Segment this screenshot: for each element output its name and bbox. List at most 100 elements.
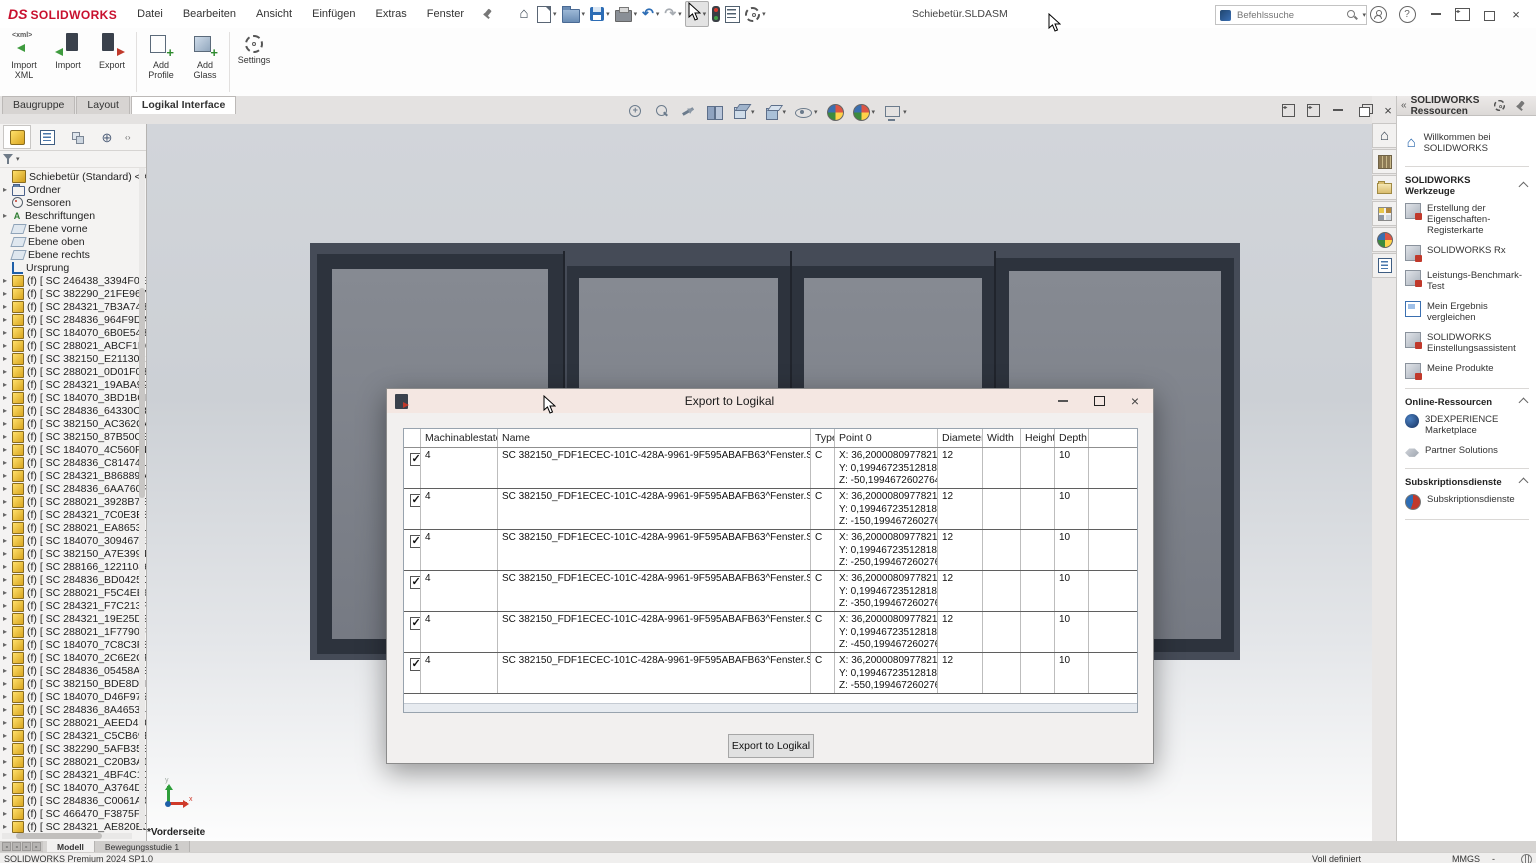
- tree-component[interactable]: ▸(f) [ SC 284836_C0061A4F-FEB6-: [0, 794, 146, 807]
- menu-ansicht[interactable]: Ansicht: [246, 0, 302, 28]
- marketplace-globe-link[interactable]: 3DEXPERIENCE Marketplace: [1405, 414, 1529, 436]
- zoom-area-button[interactable]: [654, 104, 671, 121]
- dialog-close-button[interactable]: ×: [1117, 389, 1153, 413]
- display-style-button[interactable]: ▾: [764, 104, 787, 121]
- file-explorer-tab[interactable]: [1372, 175, 1396, 200]
- tree-component[interactable]: ▸(f) [ SC 284321_4BF4C1D9-5EA9: [0, 768, 146, 781]
- menu-fenster[interactable]: Fenster: [417, 0, 474, 28]
- tree-component[interactable]: ▸(f) [ SC 382150_BDE8D3B4-4F4D: [0, 677, 146, 690]
- dimxpertmanager-tab[interactable]: [93, 125, 121, 149]
- expand-arrow-icon[interactable]: ▸: [3, 406, 12, 415]
- status-units[interactable]: MMGS: [1452, 854, 1480, 863]
- fm-tabs-overflow-icon[interactable]: ‹ ›: [125, 133, 130, 142]
- tree-component[interactable]: ▸(f) [ SC 284836_C8147416-630E-: [0, 456, 146, 469]
- tree-component[interactable]: ▸(f) [ SC 382290_21FE9674-CD68-: [0, 287, 146, 300]
- dropdown-caret-icon[interactable]: ▾: [656, 10, 660, 18]
- expand-arrow-icon[interactable]: ▸: [3, 380, 12, 389]
- tree-component[interactable]: ▸(f) [ SC 284321_C5CB69E3-3487-: [0, 729, 146, 742]
- tab-scroll-left-icon[interactable]: ◂: [12, 842, 21, 851]
- menu-bearbeiten[interactable]: Bearbeiten: [173, 0, 246, 28]
- expand-arrow-icon[interactable]: ▸: [3, 445, 12, 454]
- search-input[interactable]: [1235, 9, 1346, 22]
- minimize-button[interactable]: [1426, 6, 1446, 22]
- task-pane-gear-icon[interactable]: [1494, 100, 1505, 111]
- section-view-button[interactable]: [706, 104, 723, 121]
- row-checkbox[interactable]: [410, 453, 421, 466]
- tree-component[interactable]: ▸(f) [ SC 288021_3928B7E1-47F2-: [0, 495, 146, 508]
- status-globe-icon[interactable]: [1521, 854, 1532, 863]
- restore-button[interactable]: [1478, 6, 1498, 22]
- expand-arrow-icon[interactable]: ▸: [3, 536, 12, 545]
- tree-component[interactable]: ▸(f) [ SC 284836_8A46534F-6E24-: [0, 703, 146, 716]
- expand-arrow-icon[interactable]: ▸: [3, 770, 12, 779]
- traffic-light-button[interactable]: [710, 2, 722, 26]
- expand-arrow-icon[interactable]: ▸: [3, 484, 12, 493]
- tree-component[interactable]: ▸(f) [ SC 466470_F3875F48-04D3-: [0, 807, 146, 820]
- expand-arrow-icon[interactable]: ▸: [3, 601, 12, 610]
- tree-component[interactable]: ▸(f) [ SC 288021_AEED4602-5E00-: [0, 716, 146, 729]
- filter-caret-icon[interactable]: ▾: [16, 155, 20, 163]
- doc-restore-button[interactable]: [1355, 103, 1371, 117]
- expand-arrow-icon[interactable]: ▸: [3, 679, 12, 688]
- ribbon-export-button[interactable]: Export: [90, 28, 134, 96]
- expand-arrow-icon[interactable]: ▸: [3, 640, 12, 649]
- doc-minimize-button[interactable]: [1330, 103, 1346, 117]
- options-gear-button[interactable]: ▾: [743, 2, 768, 26]
- section-title[interactable]: Online-Ressourcen: [1405, 397, 1529, 408]
- expand-arrow-icon[interactable]: ▸: [3, 653, 12, 662]
- view-palette-tab[interactable]: [1372, 201, 1396, 226]
- settings-assistant-link[interactable]: SOLIDWORKS Einstellungsassistent: [1405, 332, 1529, 354]
- tree-component[interactable]: ▸(f) [ SC 382150_87B50CEA-905B-: [0, 430, 146, 443]
- tree-component[interactable]: ▸(f) [ SC 288021_1F7790FE-99D4-: [0, 625, 146, 638]
- dropdown-caret-icon[interactable]: ▾: [872, 108, 876, 116]
- row-checkbox[interactable]: [410, 535, 421, 548]
- expand-arrow-icon[interactable]: ▸: [3, 315, 12, 324]
- expand-arrow-icon[interactable]: ▸: [3, 419, 12, 428]
- expand-arrow-icon[interactable]: ▸: [3, 523, 12, 532]
- help-button[interactable]: ?: [1397, 6, 1417, 22]
- tab-bewegungsstudie-1[interactable]: Bewegungsstudie 1: [95, 841, 190, 852]
- dropdown-caret-icon[interactable]: ▾: [751, 108, 755, 116]
- filter-funnel-icon[interactable]: [3, 154, 14, 164]
- dialog-maximize-button[interactable]: [1081, 389, 1117, 413]
- my-products-link[interactable]: Meine Produkte: [1405, 363, 1529, 379]
- tree-component[interactable]: ▸(f) [ SC 284836_BD0425D9-4423-: [0, 573, 146, 586]
- expand-arrow-icon[interactable]: ▸: [3, 276, 12, 285]
- close-button[interactable]: ×: [1506, 6, 1526, 22]
- tree-item-ursprung[interactable]: Ursprung: [0, 261, 146, 274]
- expand-arrow-icon[interactable]: ▸: [3, 575, 12, 584]
- tree-item-ebene-oben[interactable]: Ebene oben: [0, 235, 146, 248]
- expand-arrow-icon[interactable]: ▸: [3, 757, 12, 766]
- dialog-row[interactable]: 4SC 382150_FDF1ECEC-101C-428A-9961-9F595…: [404, 653, 1137, 694]
- open-button[interactable]: ▾: [560, 2, 588, 26]
- design-library-tab[interactable]: [1372, 149, 1396, 174]
- tree-component[interactable]: ▸(f) [ SC 284321_AE820EDB-C149: [0, 820, 146, 833]
- tree-vertical-scrollbar[interactable]: [139, 168, 145, 828]
- featuremanager-tab[interactable]: [3, 125, 31, 149]
- tab-logikal-interface[interactable]: Logikal Interface: [131, 96, 236, 114]
- expand-arrow-icon[interactable]: ▸: [3, 822, 12, 831]
- account-button[interactable]: [1368, 6, 1388, 22]
- tab-scroll-first-icon[interactable]: ◂: [2, 842, 11, 851]
- tree-component[interactable]: ▸(f) [ SC 284836_6AA760F1-E319-: [0, 482, 146, 495]
- expand-arrow-icon[interactable]: ▸: [3, 354, 12, 363]
- expand-arrow-icon[interactable]: ▸: [3, 341, 12, 350]
- expand-arrow-icon[interactable]: ▸: [3, 796, 12, 805]
- appearances-tab[interactable]: [1372, 227, 1396, 252]
- tree-component[interactable]: ▸(f) [ SC 382150_AC362CA9-B1E4: [0, 417, 146, 430]
- tree-item-sensoren[interactable]: Sensoren: [0, 196, 146, 209]
- tree-component[interactable]: ▸(f) [ SC 288166_12211086-6DE2-: [0, 560, 146, 573]
- welcome-link[interactable]: Willkommen bei SOLIDWORKS: [1405, 132, 1529, 154]
- expand-arrow-icon[interactable]: ▸: [3, 744, 12, 753]
- search-icon[interactable]: [1346, 9, 1358, 21]
- tree-item-ebene-vorne[interactable]: Ebene vorne: [0, 222, 146, 235]
- tree-component[interactable]: ▸(f) [ SC 288021_ABCF1E6C-CB32: [0, 339, 146, 352]
- expand-arrow-icon[interactable]: ▸: [3, 692, 12, 701]
- tree-component[interactable]: ▸(f) [ SC 284836_05458AE0-B4F5-: [0, 664, 146, 677]
- expand-arrow-icon[interactable]: ▸: [3, 588, 12, 597]
- tree-component[interactable]: ▸(f) [ SC 288021_C20B3A1D-DEF1: [0, 755, 146, 768]
- dialog-row[interactable]: 4SC 382150_FDF1ECEC-101C-428A-9961-9F595…: [404, 571, 1137, 612]
- tree-component[interactable]: ▸(f) [ SC 382150_E2113072-2B9B-: [0, 352, 146, 365]
- expand-arrow-icon[interactable]: ▸: [3, 627, 12, 636]
- dropdown-caret-icon[interactable]: ▾: [703, 10, 707, 18]
